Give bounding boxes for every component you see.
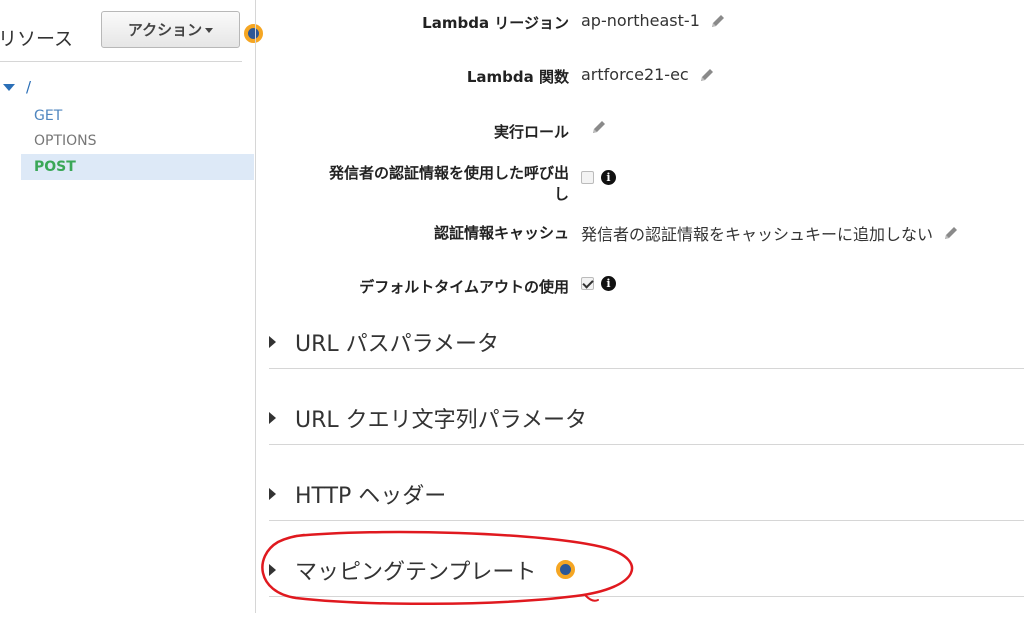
caller-credentials-label-line2: し [553,185,569,203]
lambda-function-value: artforce21-ec [581,65,715,84]
section-title: HTTP ヘッダー [295,484,447,509]
resource-root[interactable]: / [3,78,31,96]
resources-sidebar: リソース アクション / GET OPTIONS POST [0,0,263,613]
pencil-icon[interactable] [943,225,959,241]
info-icon[interactable]: i [601,170,616,185]
credentials-cache-label: 認証情報キャッシュ [433,224,569,242]
section-title: URL パスパラメータ [295,332,499,357]
marker-dot-icon [244,24,263,43]
section-url-path-parameters[interactable]: URL パスパラメータ [269,326,1024,402]
sidebar-divider [255,0,256,613]
divider [0,61,242,62]
section-url-query-string-parameters[interactable]: URL クエリ文字列パラメータ [269,402,1024,478]
resources-title: リソース [0,28,74,50]
divider [269,520,1024,521]
caller-credentials-checkbox[interactable] [581,171,594,184]
caret-right-icon [269,412,276,424]
credentials-cache-value: 発信者の認証情報をキャッシュキーに追加しない [581,221,959,245]
lambda-region-text: ap-northeast-1 [581,11,700,30]
pencil-icon[interactable] [591,119,607,135]
caret-right-icon [269,488,276,500]
execution-role-value [581,119,607,135]
lambda-region-value: ap-northeast-1 [581,11,726,30]
pencil-icon[interactable] [710,13,726,29]
section-title: マッピングテンプレート [295,560,537,585]
section-title: URL クエリ文字列パラメータ [295,408,587,433]
section-http-headers[interactable]: HTTP ヘッダー [269,478,1024,554]
method-get[interactable]: GET [21,103,254,129]
lambda-region-label: Lambda リージョン [422,14,569,32]
caller-credentials-label: 発信者の認証情報を使用した呼び出 し [329,163,569,205]
caret-right-icon [269,564,276,576]
pencil-icon[interactable] [699,67,715,83]
caller-credentials-value: i [581,170,616,185]
method-options[interactable]: OPTIONS [21,128,254,154]
chevron-down-icon [205,28,214,33]
divider [269,368,1024,369]
actions-button[interactable]: アクション [101,11,240,48]
info-icon[interactable]: i [601,276,616,291]
actions-button-label: アクション [127,21,203,39]
lambda-function-label: Lambda 関数 [466,68,569,86]
credentials-cache-text: 発信者の認証情報をキャッシュキーに追加しない [581,225,934,244]
default-timeout-value: i [581,276,616,291]
section-header[interactable]: HTTP ヘッダー [269,478,446,510]
lambda-function-text: artforce21-ec [581,65,689,84]
section-header[interactable]: URL パスパラメータ [269,326,499,358]
caret-right-icon [269,336,276,348]
section-mapping-templates[interactable]: マッピングテンプレート [269,554,1024,630]
marker-dot-icon [556,560,575,579]
divider [269,444,1024,445]
execution-role-label: 実行ロール [493,123,569,141]
default-timeout-checkbox[interactable] [581,277,594,290]
caller-credentials-label-line1: 発信者の認証情報を使用した呼び出 [328,164,569,182]
resource-root-label: / [26,78,32,96]
section-header[interactable]: マッピングテンプレート [269,554,536,586]
default-timeout-label: デフォルトタイムアウトの使用 [359,278,569,296]
section-header[interactable]: URL クエリ文字列パラメータ [269,402,587,434]
divider [269,596,1024,597]
method-post[interactable]: POST [21,154,254,180]
caret-down-icon [3,83,15,91]
